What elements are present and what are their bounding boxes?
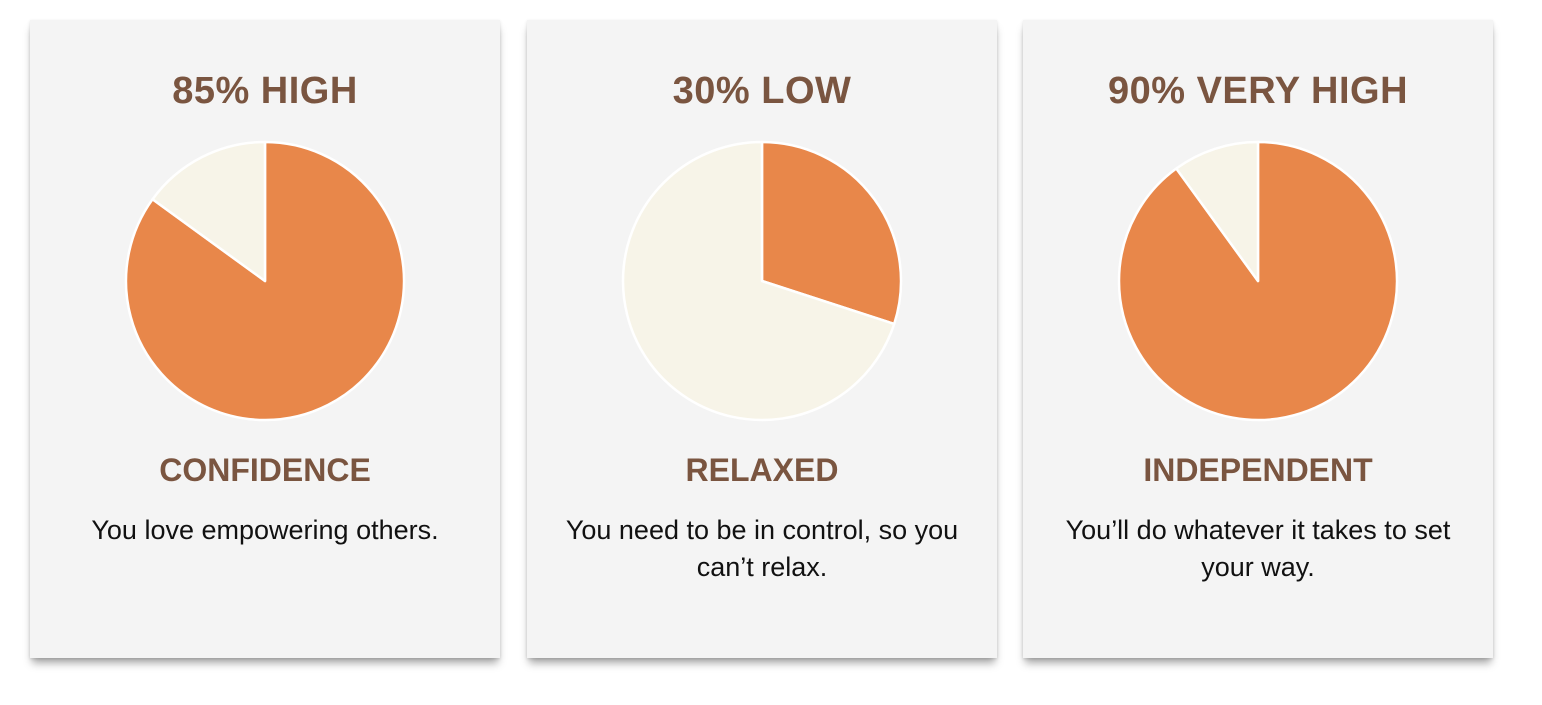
trait-card-relaxed: 30% LOW RELAXED You need to be in contro… xyxy=(527,20,997,658)
trait-cards: 85% HIGH CONFIDENCE You love empowering … xyxy=(0,0,1542,705)
trait-description: You love empowering others. xyxy=(91,515,439,545)
trait-description: You need to be in control, so you can’t … xyxy=(565,515,959,582)
pie-chart xyxy=(1117,140,1399,422)
trait-name: RELAXED xyxy=(685,452,839,488)
score-title: 85% HIGH xyxy=(172,70,358,112)
trait-name: CONFIDENCE xyxy=(159,452,371,488)
pie-chart xyxy=(124,140,406,422)
score-title: 90% VERY HIGH xyxy=(1107,70,1409,112)
trait-card-independent: 90% VERY HIGH INDEPENDENT You’ll do what… xyxy=(1023,20,1493,658)
trait-name: INDEPENDENT xyxy=(1143,452,1373,488)
trait-description: You’ll do whatever it takes to set your … xyxy=(1065,515,1451,582)
score-title: 30% LOW xyxy=(672,70,852,112)
pie-chart xyxy=(621,140,903,422)
trait-card-confidence: 85% HIGH CONFIDENCE You love empowering … xyxy=(30,20,500,658)
